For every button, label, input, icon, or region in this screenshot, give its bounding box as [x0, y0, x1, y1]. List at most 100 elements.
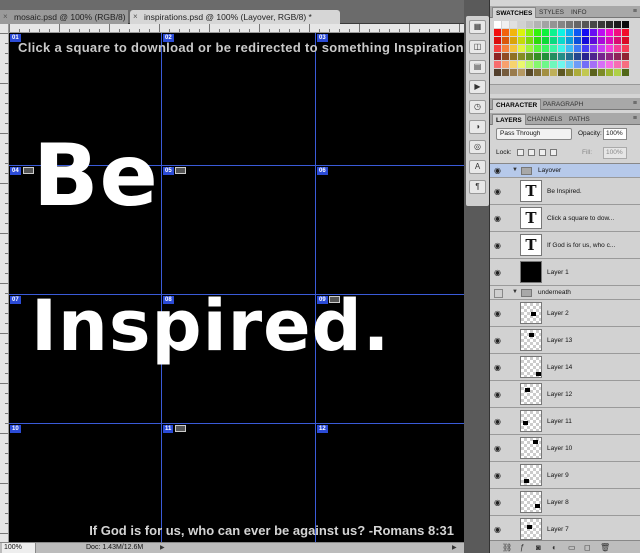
color-swatch[interactable]	[598, 37, 605, 44]
doc-size[interactable]: Doc: 1.43M/12.6M	[86, 543, 143, 553]
color-swatch[interactable]	[566, 29, 573, 36]
status-menu-icon[interactable]: ▶	[160, 543, 165, 553]
color-swatch[interactable]	[582, 29, 589, 36]
layer-row[interactable]: ◉ T Click a square to dow...	[490, 205, 640, 232]
color-swatch[interactable]	[606, 69, 613, 76]
color-swatch[interactable]	[558, 61, 565, 68]
layer-row[interactable]: ◉ Layer 11	[490, 408, 640, 435]
color-swatch[interactable]	[542, 45, 549, 52]
masks-icon[interactable]: ◎	[469, 140, 486, 154]
tab-mosaic-psd[interactable]: × mosaic.psd @ 100% (RGB/8)	[0, 10, 128, 24]
layer-row[interactable]: ◉ Layer 10	[490, 435, 640, 462]
opacity-field[interactable]: 100%	[603, 128, 627, 140]
color-swatch[interactable]	[510, 53, 517, 60]
color-swatch[interactable]	[566, 37, 573, 44]
brush-presets-icon[interactable]: ▦	[469, 20, 486, 34]
color-swatch[interactable]	[598, 29, 605, 36]
lock-image-icon[interactable]	[528, 149, 535, 156]
color-swatch[interactable]	[494, 29, 501, 36]
color-swatch[interactable]	[574, 37, 581, 44]
color-swatch[interactable]	[494, 37, 501, 44]
color-swatch[interactable]	[534, 53, 541, 60]
color-swatch[interactable]	[526, 61, 533, 68]
adjustments-icon[interactable]: ◑	[469, 120, 486, 134]
color-swatch[interactable]	[542, 53, 549, 60]
color-swatch[interactable]	[614, 37, 621, 44]
color-swatch[interactable]	[606, 61, 613, 68]
tab-inspirations-psd[interactable]: × inspirations.psd @ 100% (Layover, RGB/…	[130, 10, 340, 24]
color-swatch[interactable]	[534, 61, 541, 68]
color-swatch[interactable]	[606, 53, 613, 60]
color-swatch[interactable]	[550, 61, 557, 68]
tab-styles[interactable]: STYLES	[536, 7, 567, 18]
color-swatch[interactable]	[558, 29, 565, 36]
layer-row[interactable]: ◉ Layer 2	[490, 300, 640, 327]
color-swatch[interactable]	[582, 53, 589, 60]
layer-comps-icon[interactable]: ▤	[469, 60, 486, 74]
layer-row[interactable]: ◉ T Be Inspired.	[490, 178, 640, 205]
tab-paragraph[interactable]: PARAGRAPH	[540, 99, 586, 110]
eye-icon[interactable]: ◉	[494, 498, 501, 507]
color-swatch[interactable]	[518, 61, 525, 68]
eye-icon[interactable]: ◉	[494, 268, 501, 277]
color-swatch[interactable]	[598, 69, 605, 76]
eye-icon[interactable]: ◉	[494, 444, 501, 453]
tab-character[interactable]: CHARACTER	[492, 99, 542, 110]
slice-label[interactable]: 05	[163, 167, 174, 175]
clone-source-icon[interactable]: ◫	[469, 40, 486, 54]
eye-icon[interactable]: ◉	[494, 241, 501, 250]
scroll-right-icon[interactable]: ▶	[452, 543, 457, 553]
layer-group-row[interactable]: ◉ ▼ Layover	[490, 164, 640, 178]
color-swatch[interactable]	[598, 21, 605, 28]
color-swatch[interactable]	[502, 21, 509, 28]
color-swatch[interactable]	[558, 45, 565, 52]
lock-position-icon[interactable]	[539, 149, 546, 156]
layer-row[interactable]: ◉ Layer 13	[490, 327, 640, 354]
color-swatch[interactable]	[542, 69, 549, 76]
layer-row[interactable]: ◉ Layer 1	[490, 259, 640, 286]
tab-channels[interactable]: CHANNELS	[524, 114, 565, 125]
color-swatch[interactable]	[614, 53, 621, 60]
disclosure-triangle-icon[interactable]: ▼	[512, 289, 518, 295]
color-swatch[interactable]	[550, 21, 557, 28]
color-swatch[interactable]	[558, 53, 565, 60]
layer-row[interactable]: ◉ T If God is for us, who c...	[490, 232, 640, 259]
color-swatch[interactable]	[582, 45, 589, 52]
eye-icon[interactable]: ◉	[494, 214, 501, 223]
color-swatch[interactable]	[606, 29, 613, 36]
color-swatch[interactable]	[502, 29, 509, 36]
color-swatch[interactable]	[566, 53, 573, 60]
color-swatch[interactable]	[622, 53, 629, 60]
lock-all-icon[interactable]	[550, 149, 557, 156]
color-swatch[interactable]	[614, 61, 621, 68]
tab-info[interactable]: INFO	[568, 7, 590, 18]
color-swatch[interactable]	[510, 29, 517, 36]
layer-row[interactable]: ◉ Layer 12	[490, 381, 640, 408]
adjustment-layer-icon[interactable]: ◐	[552, 543, 557, 552]
color-swatch[interactable]	[558, 21, 565, 28]
eye-icon[interactable]: ◉	[494, 525, 501, 534]
visibility-toggle-off-icon[interactable]	[494, 289, 503, 298]
layer-group-row[interactable]: ▼ underneath	[490, 286, 640, 300]
color-swatch[interactable]	[550, 53, 557, 60]
color-swatch[interactable]	[494, 61, 501, 68]
color-swatch[interactable]	[518, 29, 525, 36]
color-swatch[interactable]	[598, 53, 605, 60]
color-swatch[interactable]	[574, 45, 581, 52]
color-swatch[interactable]	[502, 69, 509, 76]
zoom-field[interactable]: 100%	[2, 543, 36, 553]
slice-label[interactable]: 12	[317, 425, 328, 433]
color-swatch[interactable]	[614, 69, 621, 76]
panel-menu-icon[interactable]: ≡	[633, 100, 637, 107]
color-swatch[interactable]	[502, 61, 509, 68]
color-swatch[interactable]	[566, 61, 573, 68]
link-layers-icon[interactable]: ⛓	[502, 543, 512, 552]
color-swatch[interactable]	[582, 37, 589, 44]
color-swatch[interactable]	[550, 69, 557, 76]
color-swatch[interactable]	[526, 69, 533, 76]
layer-row[interactable]: ◉ Layer 8	[490, 489, 640, 516]
color-swatch[interactable]	[510, 37, 517, 44]
color-swatch[interactable]	[494, 21, 501, 28]
paragraph-icon[interactable]: ¶	[469, 180, 486, 194]
eye-icon[interactable]: ◉	[494, 309, 501, 318]
